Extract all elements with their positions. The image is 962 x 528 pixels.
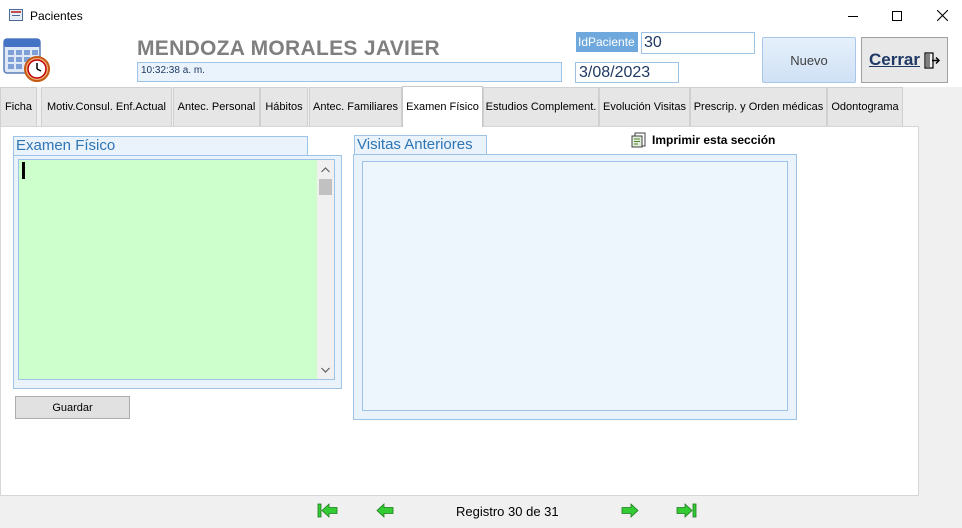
tab-habitos[interactable]: Hábitos [260,87,308,126]
tab-evolucion-visitas[interactable]: Evolución Visitas [599,87,690,126]
id-paciente-label: IdPaciente [576,32,638,52]
window-title: Pacientes [30,9,83,23]
tab-motivo-consulta[interactable]: Motiv.Consul. Enf.Actual [41,87,172,126]
imprimir-seccion-label: Imprimir esta sección [652,133,776,147]
form-icon [9,9,23,21]
scroll-thumb[interactable] [319,179,332,195]
nuevo-button-label: Nuevo [790,52,828,68]
tab-antec-familiares[interactable]: Antec. Familiares [309,87,402,126]
scroll-down-icon[interactable] [317,361,334,378]
first-record-icon [317,502,337,518]
minimize-button[interactable] [830,0,876,31]
scroll-up-icon[interactable] [317,161,334,178]
next-record-icon [621,502,639,518]
minimize-icon [848,15,858,17]
next-record-button[interactable] [619,501,641,519]
exit-door-icon [924,51,941,69]
record-counter: Registro 30 de 31 [456,504,559,519]
patient-header: MENDOZA MORALES JAVIER 10:32:38 a. m. Id… [0,31,962,87]
title-bar: Pacientes [0,0,962,31]
examen-fisico-textarea[interactable] [18,159,335,380]
guardar-button[interactable]: Guardar [15,396,130,419]
section-tabs: Ficha Motiv.Consul. Enf.Actual Antec. Pe… [0,86,962,127]
examen-fisico-scrollbar[interactable] [317,160,334,379]
tab-ficha[interactable]: Ficha [0,87,37,126]
first-record-button[interactable] [316,501,338,519]
text-cursor [22,162,25,179]
print-report-icon [631,132,646,148]
patients-window: Pacientes MENDOZA MORALES JAVIER 10:32:3… [0,0,962,528]
maximize-button[interactable] [874,0,920,31]
cerrar-button[interactable]: Cerrar [861,37,948,83]
tab-estudios-complement[interactable]: Estudios Complement. [483,87,599,126]
cerrar-button-label: Cerrar [868,50,921,69]
previous-record-icon [376,502,394,518]
patient-name: MENDOZA MORALES JAVIER [137,37,440,60]
time-field: 10:32:38 a. m. [137,62,562,82]
maximize-icon [892,10,902,21]
guardar-button-label: Guardar [52,401,93,414]
tab-antec-personal[interactable]: Antec. Personal [173,87,260,126]
tab-examen-fisico[interactable]: Examen Físico [402,86,483,127]
close-button[interactable] [919,0,962,31]
last-record-icon [676,502,696,518]
previous-record-button[interactable] [374,501,396,519]
tab-odontograma[interactable]: Odontograma [827,87,903,126]
visitas-anteriores-subform[interactable] [362,161,788,411]
id-paciente-field[interactable]: 30 [641,32,755,54]
tab-prescripciones[interactable]: Prescrip. y Orden médicas [690,87,827,126]
examen-fisico-label: Examen Físico [13,136,308,156]
visitas-anteriores-label: Visitas Anteriores [354,135,487,155]
record-navigation-bar: Registro 30 de 31 [0,496,962,528]
imprimir-seccion-button[interactable]: Imprimir esta sección [631,132,775,148]
nuevo-button[interactable]: Nuevo [762,37,856,83]
close-icon [936,10,948,21]
last-record-button[interactable] [675,501,697,519]
date-field[interactable]: 3/08/2023 [575,62,679,83]
calendar-clock-icon [2,33,52,83]
